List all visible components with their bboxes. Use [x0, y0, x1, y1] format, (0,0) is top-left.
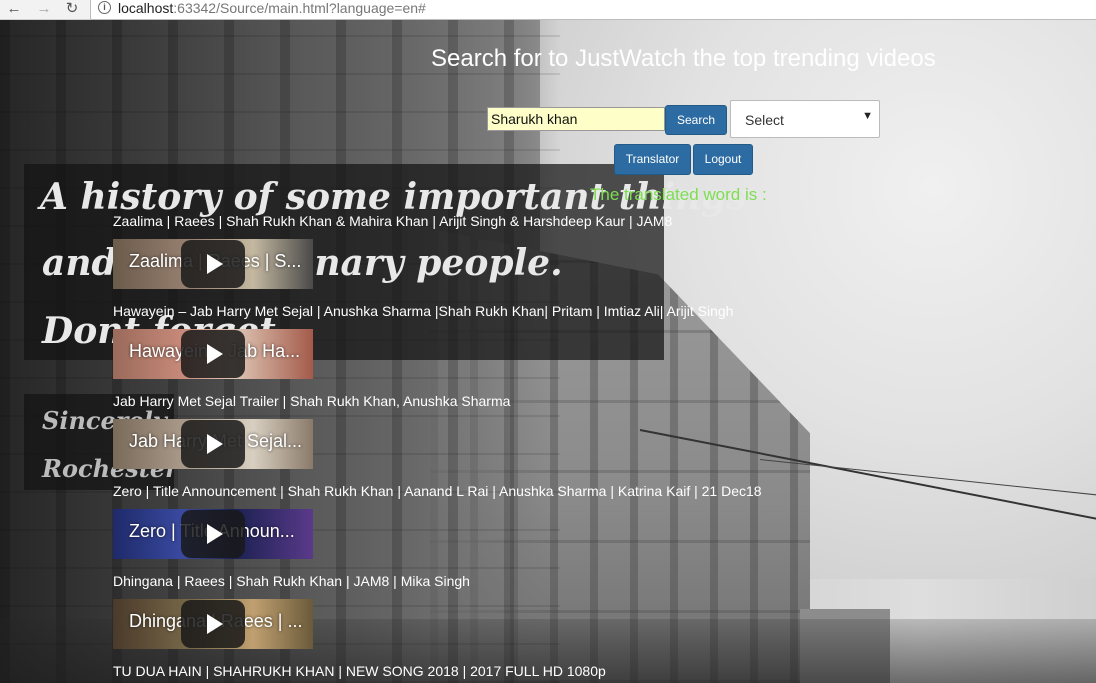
forward-arrow-icon[interactable]: → — [34, 0, 54, 19]
play-icon[interactable] — [181, 330, 245, 378]
video-thumbnail[interactable]: Zaalima | Raees | S... — [113, 239, 313, 289]
search-input[interactable] — [487, 107, 665, 131]
url-text: localhost:63342/Source/main.html?languag… — [118, 0, 426, 16]
video-title: Hawayein – Jab Harry Met Sejal | Anushka… — [113, 303, 734, 319]
play-icon[interactable] — [181, 600, 245, 648]
play-icon[interactable] — [181, 240, 245, 288]
browser-toolbar: ← → ↻ i localhost:63342/Source/main.html… — [0, 0, 1096, 20]
translator-button[interactable]: Translator — [614, 144, 691, 175]
select-value: Select — [745, 112, 784, 128]
info-icon[interactable]: i — [98, 1, 111, 14]
video-title: Zero | Title Announcement | Shah Rukh Kh… — [113, 483, 762, 499]
play-icon[interactable] — [181, 420, 245, 468]
play-icon[interactable] — [181, 510, 245, 558]
video-title: Jab Harry Met Sejal Trailer | Shah Rukh … — [113, 393, 511, 409]
page-title: Search for to JustWatch the top trending… — [431, 45, 936, 72]
dropdown-arrow-icon: ▼ — [862, 110, 873, 122]
language-select[interactable]: Select ▼ — [730, 100, 880, 138]
video-title: TU DUA HAIN | SHAHRUKH KHAN | NEW SONG 2… — [113, 663, 606, 679]
video-thumbnail[interactable]: Zero | Title Announ... — [113, 509, 313, 559]
back-arrow-icon[interactable]: ← — [4, 0, 24, 19]
video-title: Dhingana | Raees | Shah Rukh Khan | JAM8… — [113, 573, 470, 589]
video-thumbnail[interactable]: Jab Harry Met Sejal... — [113, 419, 313, 469]
video-thumbnail[interactable]: Dhingana | Raees | ... — [113, 599, 313, 649]
reload-icon[interactable]: ↻ — [62, 0, 82, 19]
address-bar[interactable]: i localhost:63342/Source/main.html?langu… — [90, 0, 1096, 20]
logout-button[interactable]: Logout — [693, 144, 753, 175]
search-button[interactable]: Search — [665, 105, 727, 135]
translated-word-label: The translated word is : — [590, 185, 767, 204]
video-thumbnail[interactable]: Hawayein – Jab Ha... — [113, 329, 313, 379]
video-title: Zaalima | Raees | Shah Rukh Khan & Mahir… — [113, 213, 673, 229]
